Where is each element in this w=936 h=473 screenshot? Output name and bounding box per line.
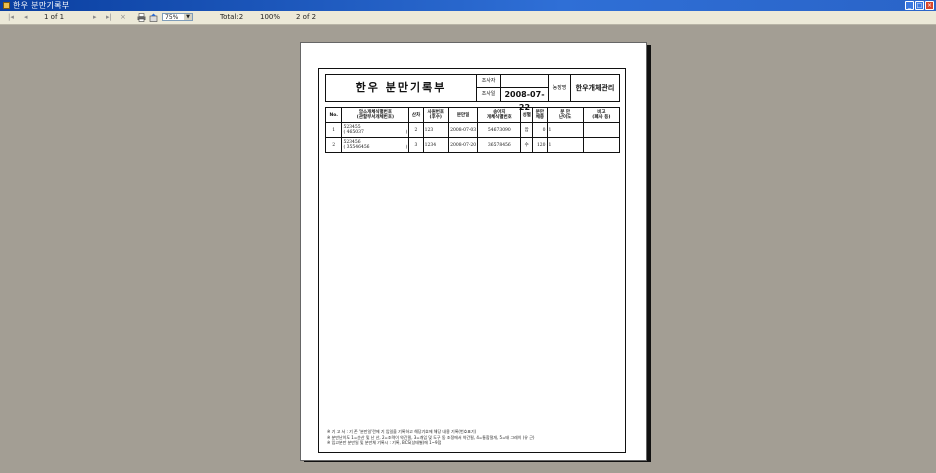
zoom-select[interactable]: 75% ▼ (162, 13, 193, 21)
surveyor-label: 조사자 (476, 75, 500, 88)
calving-table: No. 암소개체식별번호 (관할부서개체번호) 산차 사원번호 (후수) 분만일… (324, 107, 621, 153)
report-toolbar: |◂ ◂ 1 of 1 ▸ ▸| × 75% ▼ Total:2 100% 2 … (0, 11, 936, 25)
window-controls: _ □ × (905, 1, 934, 10)
column-header: 송아지 개체식별번호 (477, 107, 522, 123)
column-header: 분만일 (447, 107, 479, 123)
farm-name: 한우개체관리 (570, 75, 619, 101)
page-count: 2 of 2 (296, 13, 317, 21)
cow-id-cell: 523455 ( 465037) (341, 122, 410, 138)
survey-date: 2008-07-22 (500, 88, 548, 112)
cow-sub-id: ( 35546456 (343, 145, 370, 150)
report-title: 한우 분만기록부 (355, 81, 447, 94)
calf-id: 36578456 (477, 137, 522, 153)
note (582, 122, 621, 138)
column-header: 사원번호 (후수) (422, 107, 449, 123)
maximize-button[interactable]: □ (915, 1, 924, 10)
total-records: Total:2 (220, 13, 244, 21)
table-row: 1 523455 ( 465037) 2 123 2008-07-03 5467… (324, 122, 621, 138)
print-icon[interactable] (137, 13, 146, 22)
window-title: 한우 분만기록부 (13, 1, 70, 10)
note (582, 137, 621, 153)
surveyor-value (500, 75, 548, 88)
report-frame: 한우 분만기록부 조사자 조사일 2008-07-22 농장명 한우개체관리 N… (318, 68, 626, 453)
stop-button[interactable]: × (120, 11, 126, 24)
parity: 3 (408, 137, 424, 153)
report-header: 한우 분만기록부 조사자 조사일 2008-07-22 농장명 한우개체관리 (325, 74, 620, 112)
survey-date-label: 조사일 (476, 88, 500, 101)
column-header: No. (324, 107, 343, 123)
page-indicator: 1 of 1 (44, 13, 65, 21)
minimize-button[interactable]: _ (905, 1, 914, 10)
previous-page-button[interactable]: ◂ (24, 11, 28, 24)
difficulty: 1 (546, 122, 584, 138)
close-button[interactable]: × (925, 1, 934, 10)
difficulty: 1 (546, 137, 584, 153)
footnotes: ※ 기 고 서 : 기 존 '분만일'란에 기 입일을 기록하고 해당기호에 해… (327, 429, 619, 446)
footnote: ※ 입고분만 분만일 및 분만체 기록시 : 기록, BCS(상태별)에 1~9… (327, 440, 442, 445)
zoom-value: 75% (165, 14, 179, 21)
first-page-button[interactable]: |◂ (8, 11, 14, 24)
app-icon (3, 2, 10, 9)
column-header: 성별 (520, 107, 534, 123)
column-header: 비고 (폐사 등) (582, 107, 621, 123)
window-title-bar: 한우 분만기록부 _ □ × (0, 0, 936, 11)
column-header: 암소개체식별번호 (관할부서개체번호) (341, 107, 410, 123)
export-icon[interactable] (149, 13, 158, 22)
cow-id-cell: 523456 ( 35546456) (341, 137, 410, 153)
sire-id: 1234 (422, 137, 449, 153)
calf-sex: 수 (520, 137, 534, 153)
farm-label: 농장명 (548, 75, 570, 101)
last-page-button[interactable]: ▸| (106, 11, 112, 24)
calving-date: 2008-07-20 (447, 137, 479, 153)
cow-sub-close: ) (405, 145, 408, 150)
sire-id: 123 (422, 122, 449, 138)
column-header: 분 만 난이도 (546, 107, 584, 123)
parity: 2 (408, 122, 424, 138)
row-number: 1 (324, 122, 343, 138)
birth-weight: 120 (532, 137, 548, 153)
row-number: 2 (324, 137, 343, 153)
calf-id: 54673090 (477, 122, 522, 138)
next-page-button[interactable]: ▸ (93, 11, 97, 24)
cow-sub-close: ) (405, 130, 408, 135)
calf-sex: 암 (520, 122, 534, 138)
chevron-down-icon[interactable]: ▼ (184, 14, 192, 20)
cow-sub-id: ( 465037 (343, 130, 364, 135)
birth-weight: 0 (532, 122, 548, 138)
table-header-row: No. 암소개체식별번호 (관할부서개체번호) 산차 사원번호 (후수) 분만일… (324, 107, 621, 123)
calving-date: 2008-07-03 (447, 122, 479, 138)
column-header: 분만 체중 (532, 107, 548, 123)
report-page: 한우 분만기록부 조사자 조사일 2008-07-22 농장명 한우개체관리 N… (300, 42, 647, 461)
zoom-percent: 100% (260, 13, 281, 21)
column-header: 산차 (408, 107, 424, 123)
table-row: 2 523456 ( 35546456) 3 1234 2008-07-20 3… (324, 137, 621, 153)
